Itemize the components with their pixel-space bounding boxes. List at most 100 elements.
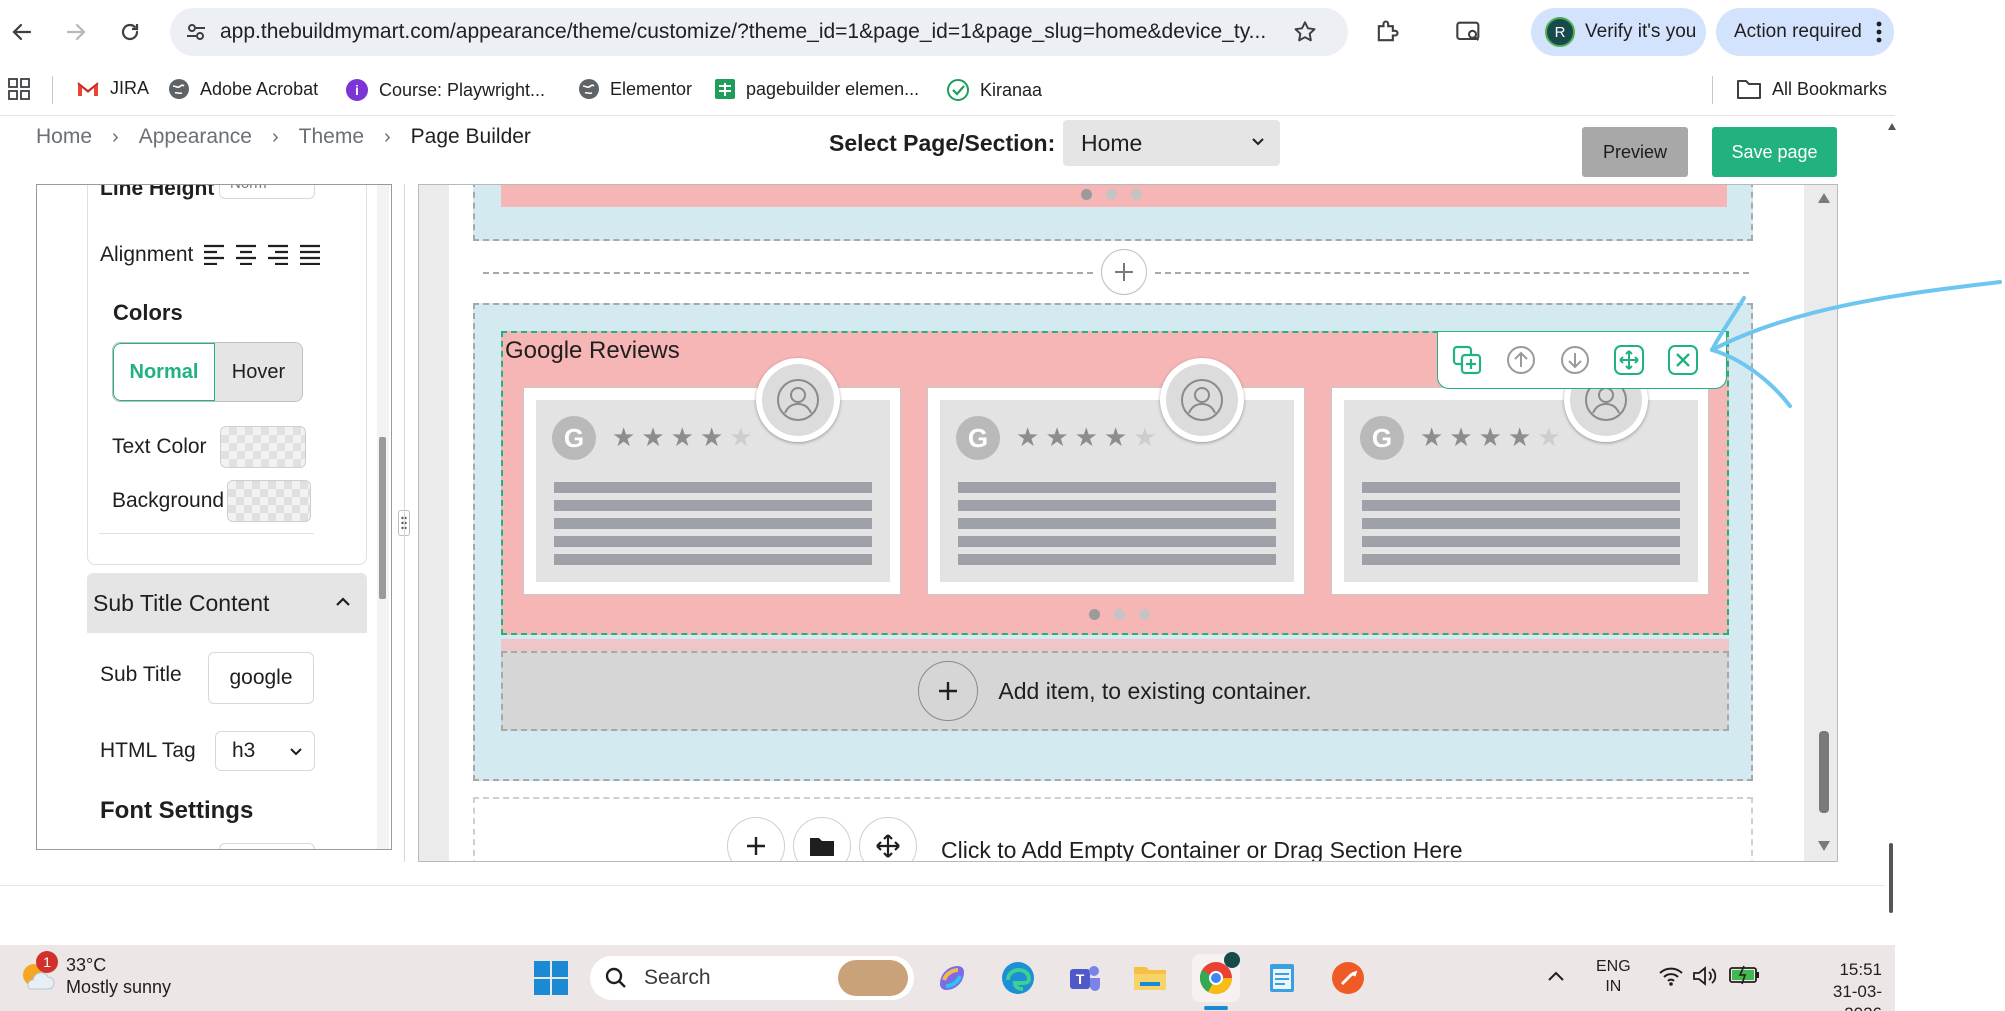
previous-section[interactable] (473, 185, 1753, 241)
teams-icon[interactable]: T (1060, 954, 1108, 1002)
chevron-up-icon[interactable] (1546, 969, 1566, 983)
wifi-icon[interactable] (1658, 965, 1684, 987)
page-scrollbar[interactable] (1888, 123, 1896, 915)
notepad-icon[interactable] (1258, 954, 1306, 1002)
bookmark-elementor[interactable]: Elementor (578, 78, 692, 100)
address-bar[interactable]: app.thebuildmymart.com/appearance/theme/… (170, 8, 1348, 56)
page-scroll-thumb[interactable] (1889, 843, 1893, 913)
section-divider (483, 272, 1093, 274)
font-field-partial[interactable] (219, 843, 315, 849)
move-up-icon[interactable] (1504, 343, 1538, 377)
volume-icon[interactable] (1692, 965, 1718, 987)
align-center-icon[interactable] (235, 243, 257, 265)
review-card[interactable]: G ★ ★ ★ ★ ★ (927, 358, 1305, 595)
tab-search-icon[interactable] (1455, 18, 1483, 46)
save-page-button[interactable]: Save page (1712, 127, 1837, 177)
carousel-dot[interactable] (1089, 609, 1100, 620)
chrome-icon[interactable] (1192, 952, 1240, 1010)
review-card[interactable]: G ★ ★ ★ ★ ★ (523, 358, 901, 595)
windows-start-icon[interactable] (527, 954, 575, 1002)
extensions-icon[interactable] (1373, 18, 1401, 46)
battery-charging-icon[interactable] (1728, 963, 1762, 987)
bookmark-course-playwright[interactable]: i Course: Playwright... (345, 78, 545, 102)
scroll-up-arrow-icon[interactable] (1888, 123, 1896, 130)
forward-arrow-icon[interactable] (54, 10, 98, 54)
review-text-line (1362, 518, 1680, 529)
breadcrumb-theme[interactable]: Theme (299, 125, 364, 149)
copilot-icon[interactable] (928, 954, 976, 1002)
add-item-plus-icon[interactable] (918, 661, 979, 721)
canvas-scroll-thumb[interactable] (1819, 731, 1829, 813)
add-section-button[interactable] (1101, 249, 1147, 295)
tab-hover[interactable]: Hover (214, 343, 302, 401)
align-justify-icon[interactable] (299, 243, 321, 265)
system-clock[interactable]: 15:51 31-03-2026 (1800, 959, 1882, 1011)
carousel-dot[interactable] (1139, 609, 1150, 620)
empty-container-dropzone[interactable]: Click to Add Empty Container or Drag Sec… (473, 797, 1753, 861)
folder-icon[interactable] (793, 817, 851, 861)
google-reviews-widget[interactable]: Google Reviews G ★ ★ ★ ★ ★ G ★ ★ ★ ★ ★ G… (501, 331, 1729, 635)
bookmark-kiranaa[interactable]: Kiranaa (946, 78, 1042, 102)
file-explorer-icon[interactable] (1126, 954, 1174, 1002)
review-card-body: G ★ ★ ★ ★ ★ (940, 400, 1294, 582)
align-right-icon[interactable] (267, 243, 289, 265)
add-container-plus-icon[interactable] (727, 817, 785, 861)
subtitle-content-accordion[interactable]: Sub Title Content (87, 573, 367, 633)
tab-normal[interactable]: Normal (113, 343, 215, 401)
chevron-up-icon[interactable] (335, 595, 351, 609)
review-card[interactable]: G ★ ★ ★ ★ ★ (1331, 358, 1709, 595)
back-arrow-icon[interactable] (0, 10, 44, 54)
subtitle-input[interactable]: google (208, 652, 314, 704)
edge-browser-icon[interactable] (994, 954, 1042, 1002)
reviews-section[interactable]: Google Reviews G ★ ★ ★ ★ ★ G ★ ★ ★ ★ ★ G… (473, 303, 1753, 781)
carousel-dot[interactable] (1114, 609, 1125, 620)
site-info-icon[interactable] (184, 20, 208, 44)
bookmark-jira[interactable]: JIRA (76, 78, 149, 99)
align-left-icon[interactable] (203, 243, 225, 265)
page-footer-divider (0, 885, 1885, 886)
taskbar-search[interactable]: Search (590, 956, 914, 1000)
add-item-dropzone[interactable]: Add item, to existing container. (501, 651, 1729, 731)
builder-canvas: Google Reviews G ★ ★ ★ ★ ★ G ★ ★ ★ ★ ★ G… (418, 184, 1838, 862)
star-icon: ★ (1420, 422, 1444, 452)
scroll-up-arrow-icon[interactable] (1818, 193, 1830, 203)
html-tag-select[interactable]: h3 (215, 731, 315, 771)
scroll-down-arrow-icon[interactable] (1818, 841, 1830, 851)
bookmark-star-icon[interactable] (1292, 19, 1318, 45)
menu-kebab-icon[interactable] (1876, 21, 1882, 43)
preview-button[interactable]: Preview (1582, 127, 1688, 177)
star-rating: ★ ★ ★ ★ ★ (612, 424, 753, 450)
drag-move-icon[interactable] (859, 817, 917, 861)
breadcrumb-appearance[interactable]: Appearance (139, 125, 252, 149)
duplicate-icon[interactable] (1450, 343, 1484, 377)
apps-grid-icon[interactable] (8, 78, 30, 100)
weather-condition: Mostly sunny (66, 977, 172, 997)
language-indicator[interactable]: ENG IN (1596, 957, 1631, 997)
reload-icon[interactable] (108, 10, 152, 54)
settings-scrollbar[interactable] (377, 185, 389, 849)
review-text-line (1362, 482, 1680, 493)
bookmark-pagebuilder[interactable]: pagebuilder elemen... (714, 78, 919, 100)
star-rating: ★ ★ ★ ★ ★ (1420, 424, 1561, 450)
all-bookmarks-button[interactable]: All Bookmarks (1736, 78, 1887, 100)
carousel-dot[interactable] (1106, 189, 1117, 200)
chevron-right-icon: › (271, 125, 279, 148)
breadcrumb-page-builder: Page Builder (410, 125, 531, 148)
bookmark-adobe-acrobat[interactable]: Adobe Acrobat (168, 78, 318, 100)
breadcrumb-home[interactable]: Home (36, 125, 92, 149)
move-down-icon[interactable] (1558, 343, 1592, 377)
action-required-button[interactable]: Action required (1716, 8, 1894, 56)
carousel-dot[interactable] (1131, 189, 1142, 200)
text-color-swatch[interactable] (220, 426, 306, 468)
page-select-dropdown[interactable]: Home (1063, 120, 1280, 166)
verify-identity-button[interactable]: R Verify it's you (1531, 8, 1706, 56)
svg-text:T: T (1076, 971, 1085, 987)
line-height-select[interactable]: Norm (219, 185, 315, 199)
carousel-dot[interactable] (1081, 189, 1092, 200)
settings-scroll-thumb[interactable] (379, 437, 386, 599)
background-color-swatch[interactable] (227, 480, 311, 522)
postman-icon[interactable] (1324, 954, 1372, 1002)
user-icon (762, 364, 834, 436)
active-indicator (1204, 1006, 1228, 1010)
review-text-line (554, 554, 872, 565)
